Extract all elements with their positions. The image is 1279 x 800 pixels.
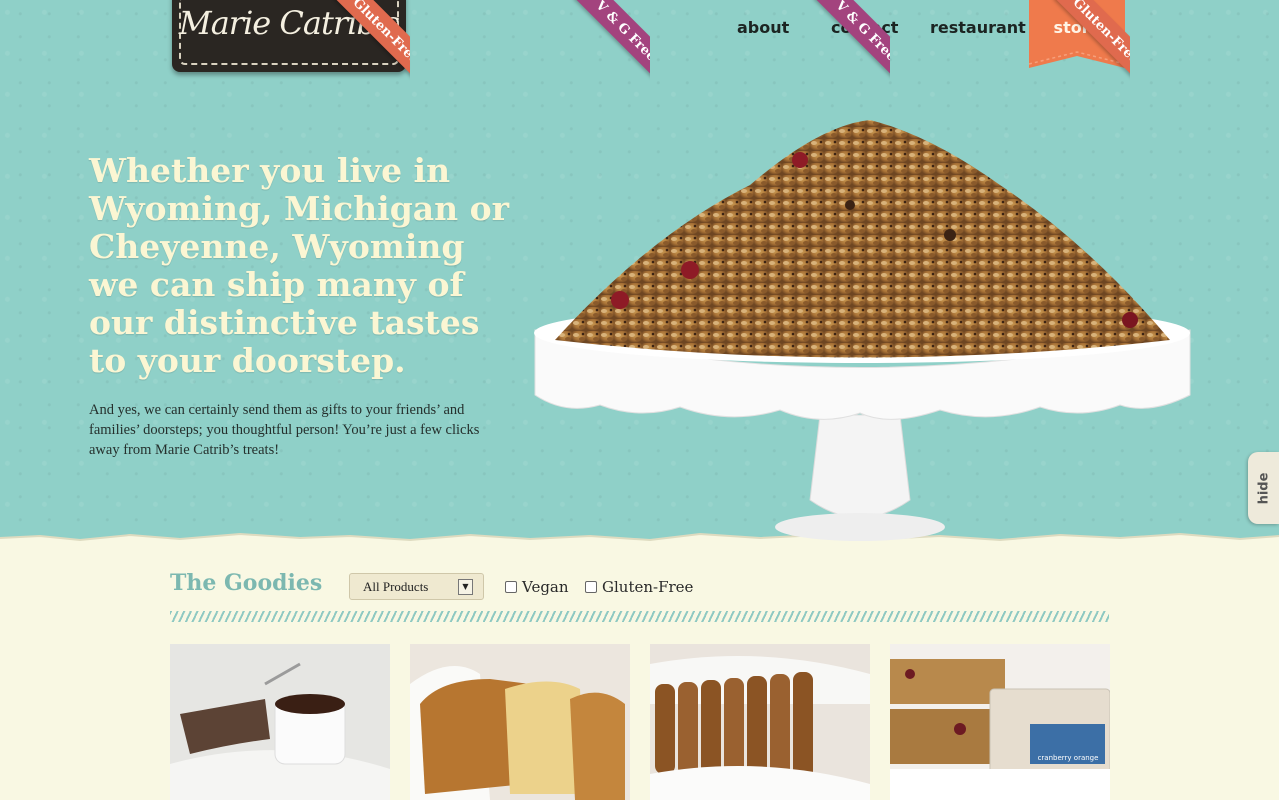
product-filter-select[interactable]: All Products ▼ — [349, 573, 484, 600]
section-divider — [170, 611, 1109, 622]
vegan-filter-checkbox[interactable]: Vegan — [505, 578, 569, 596]
product-card-pound-cake[interactable] — [410, 644, 630, 800]
gluten-free-badge: Gluten-Free — [334, 0, 410, 83]
badge-ribbon: V & G Free — [558, 0, 650, 84]
hero-subtext: And yes, we can certainly send them as g… — [89, 402, 480, 458]
granola-cake-stand-image — [534, 120, 1191, 541]
gluten-free-filter-label: Gluten-Free — [602, 578, 694, 596]
chevron-down-icon: ▼ — [458, 579, 473, 595]
sliced-bread-image — [650, 644, 870, 800]
product-card-granola-bars[interactable]: cranberry orange — [890, 644, 1110, 800]
pound-cake-image — [410, 644, 630, 800]
vegan-filter-label: Vegan — [522, 578, 569, 596]
gluten-free-filter-checkbox[interactable]: Gluten-Free — [585, 578, 693, 596]
nav-restaurant[interactable]: restaurant — [930, 18, 1026, 37]
hide-tab-label-wrap: hide — [1248, 452, 1279, 524]
hide-panel-tab[interactable]: hide — [1248, 452, 1279, 524]
gluten-free-badge: Gluten-Free — [1054, 0, 1130, 83]
badge-ribbon: Gluten-Free — [318, 0, 410, 84]
granola-bars-image: cranberry orange — [890, 644, 1110, 800]
badge-ribbon: V & G Free — [798, 0, 890, 84]
chocolate-sauce-image — [170, 644, 390, 800]
badge-ribbon: Gluten-Free — [1038, 0, 1130, 84]
package-label: cranberry orange — [1038, 754, 1099, 762]
checkbox-icon — [505, 581, 517, 593]
hide-tab-label: hide — [1256, 472, 1271, 504]
vegan-gluten-free-badge: V & G Free — [574, 0, 650, 83]
hero-headline: Whether you live in Wyoming, Michigan or… — [89, 151, 510, 380]
checkbox-icon — [585, 581, 597, 593]
product-filter-selected: All Products — [363, 579, 429, 594]
goodies-title: The Goodies — [170, 570, 323, 596]
nav-about[interactable]: about — [737, 18, 789, 37]
vegan-gluten-free-badge: V & G Free — [814, 0, 890, 83]
product-card-chocolate-sauce[interactable] — [170, 644, 390, 800]
product-card-sliced-bread[interactable] — [650, 644, 870, 800]
